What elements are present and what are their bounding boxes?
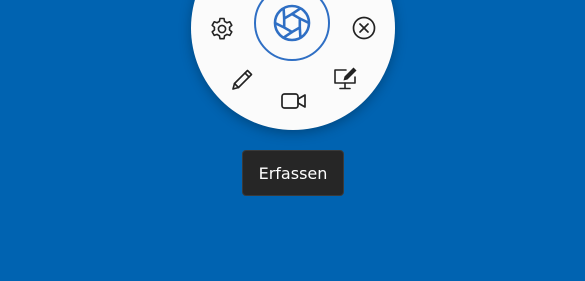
radial-menu [191, 0, 395, 130]
settings-button[interactable] [207, 14, 237, 44]
screen-annotate-button[interactable] [330, 64, 360, 94]
gear-icon [209, 16, 235, 42]
monitor-pen-icon [331, 65, 359, 93]
pen-button[interactable] [227, 65, 257, 95]
video-camera-icon [280, 90, 308, 112]
capture-button[interactable] [254, 0, 330, 61]
record-video-button[interactable] [279, 86, 309, 116]
close-button[interactable] [349, 13, 379, 43]
tooltip: Erfassen [242, 150, 344, 196]
camera-shutter-icon [270, 1, 314, 45]
tooltip-text: Erfassen [258, 163, 328, 183]
pencil-icon [229, 67, 255, 93]
close-circle-icon [351, 15, 377, 41]
